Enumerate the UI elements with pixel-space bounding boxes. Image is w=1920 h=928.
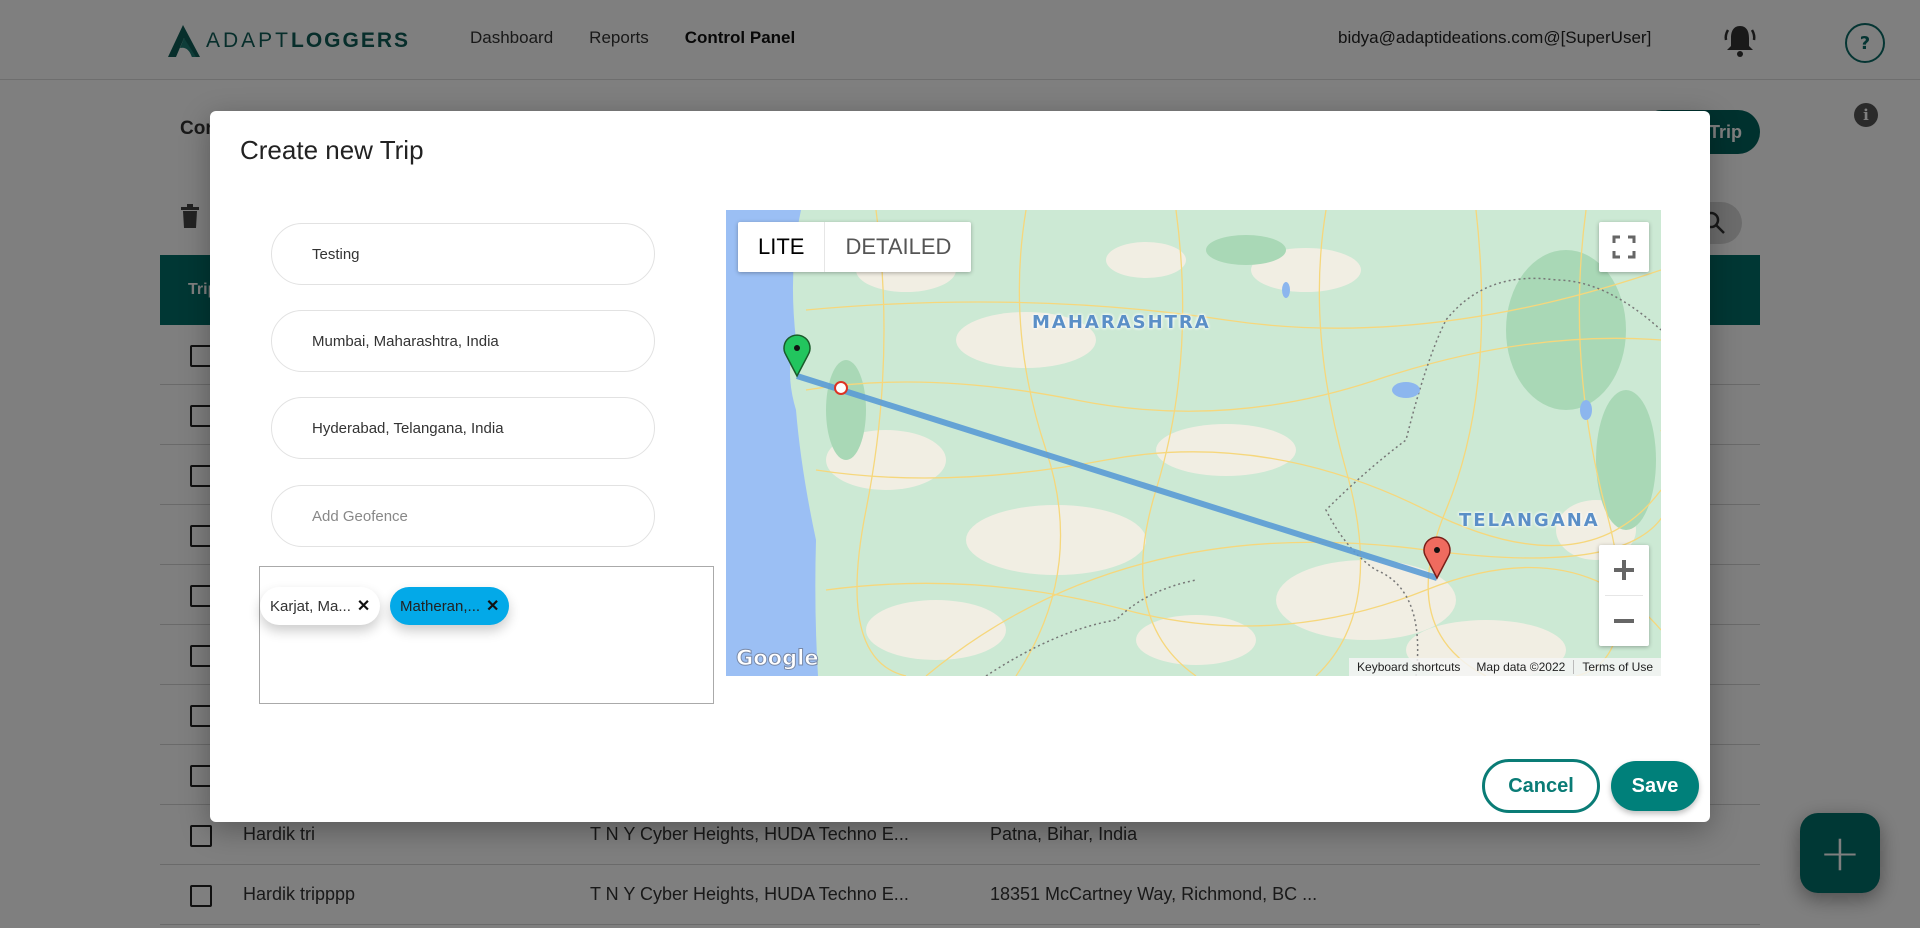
source-field[interactable]: [271, 310, 655, 372]
destination-input[interactable]: [312, 419, 654, 437]
waypoint-marker[interactable]: [834, 381, 848, 395]
end-marker[interactable]: [1423, 536, 1451, 580]
geofence-chip-selected[interactable]: Matheran,... ✕: [390, 587, 510, 625]
remove-chip-icon[interactable]: ✕: [486, 596, 499, 616]
geofence-field[interactable]: [271, 485, 655, 547]
chip-label: Karjat, Ma...: [270, 597, 351, 615]
plus-icon: [1614, 560, 1634, 580]
minus-icon: [1614, 619, 1634, 623]
geofence-input[interactable]: [312, 507, 654, 525]
trip-name-field[interactable]: [271, 223, 655, 285]
trip-name-input[interactable]: [312, 245, 654, 263]
geofence-chip-list: Karjat, Ma... ✕ Matheran,... ✕: [259, 566, 714, 704]
google-logo[interactable]: Google: [736, 646, 820, 671]
route-line: [796, 373, 1438, 581]
map-mode-detailed[interactable]: DETAILED: [825, 222, 971, 272]
create-trip-modal: Create new Trip Karjat, Ma... ✕ Matheran…: [210, 111, 1710, 822]
start-marker[interactable]: [783, 334, 811, 378]
map-attribution: Keyboard shortcuts Map data ©2022 Terms …: [1349, 658, 1661, 676]
map-label-maharashtra: MAHARASHTRA: [1032, 312, 1211, 333]
map-data-text: Map data ©2022: [1476, 660, 1566, 674]
map-type-toggle: LITE DETAILED: [738, 222, 972, 272]
zoom-in-button[interactable]: [1599, 545, 1649, 595]
route-map[interactable]: MAHARASHTRA TELANGANA LITE DETAILED Goog…: [726, 210, 1661, 676]
modal-title: Create new Trip: [240, 135, 424, 165]
cancel-button[interactable]: Cancel: [1482, 759, 1600, 813]
chip-label: Matheran,...: [400, 597, 481, 615]
geofence-chip[interactable]: Karjat, Ma... ✕: [260, 587, 381, 625]
terms-of-use-link[interactable]: Terms of Use: [1574, 660, 1661, 674]
remove-chip-icon[interactable]: ✕: [357, 596, 370, 616]
source-input[interactable]: [312, 332, 654, 350]
map-mode-lite[interactable]: LITE: [738, 222, 826, 272]
route-overlay: [783, 334, 1451, 581]
map-label-telangana: TELANGANA: [1459, 510, 1600, 531]
zoom-out-button[interactable]: [1599, 596, 1649, 646]
keyboard-shortcuts-link[interactable]: Keyboard shortcuts: [1349, 660, 1468, 674]
map-zoom-control: [1599, 545, 1649, 646]
save-button[interactable]: Save: [1611, 761, 1699, 811]
fullscreen-button[interactable]: [1599, 222, 1649, 272]
fullscreen-icon: [1612, 235, 1636, 259]
destination-field[interactable]: [271, 397, 655, 459]
